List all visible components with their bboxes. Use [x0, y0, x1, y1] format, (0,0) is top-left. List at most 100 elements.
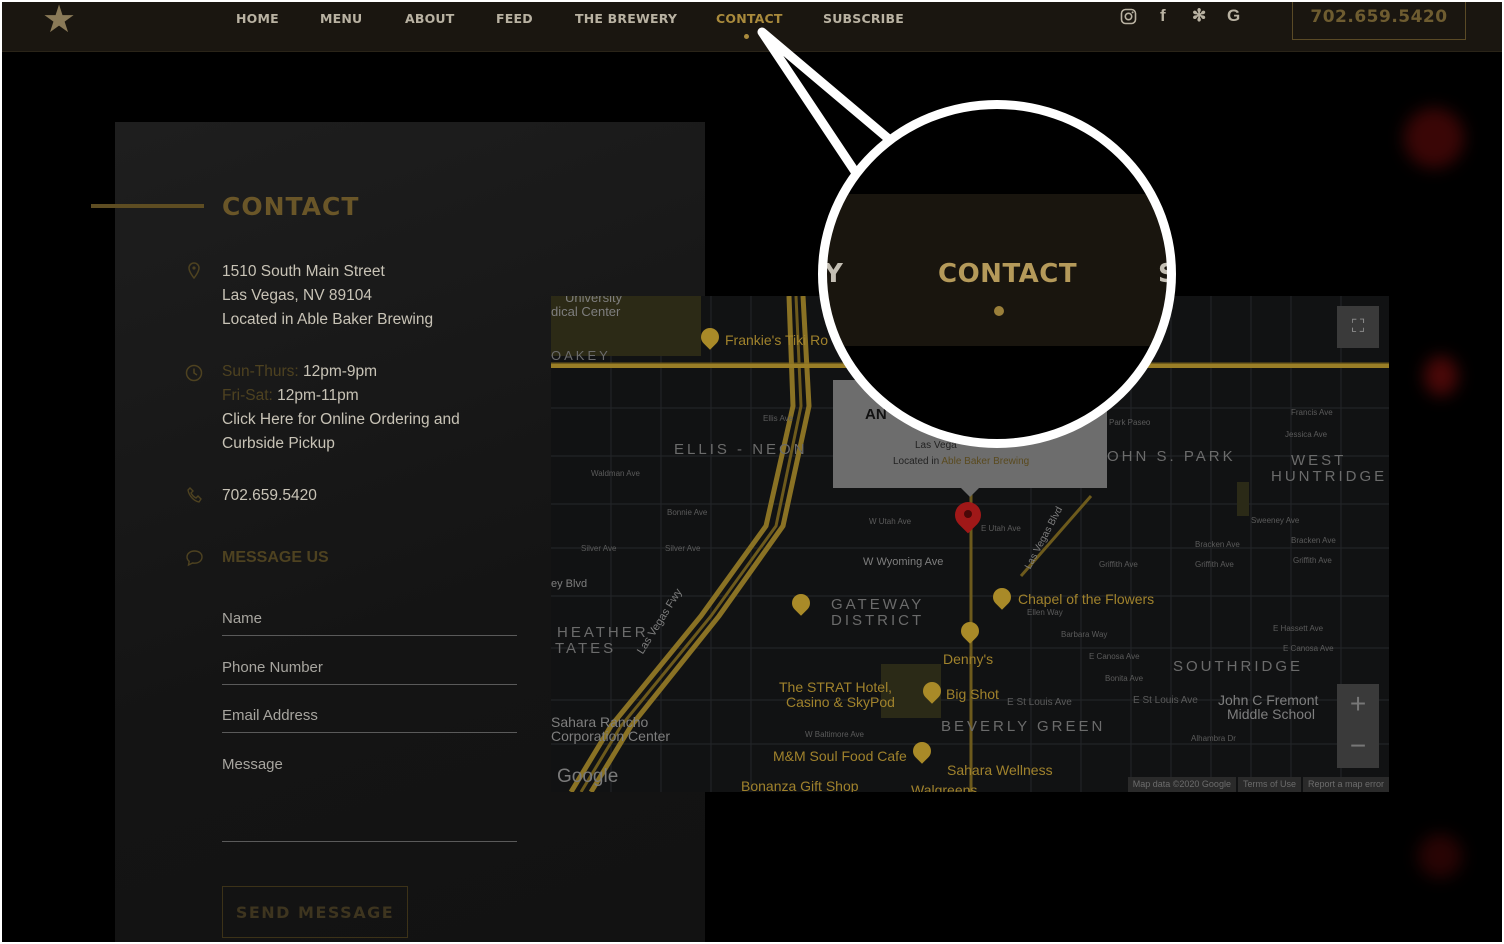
facebook-icon[interactable]: f: [1160, 6, 1166, 26]
map-label: W Utah Ave: [869, 517, 912, 526]
address-line-3: Located in Able Baker Brewing: [222, 311, 434, 328]
map-data-attribution: Map data ©2020 Google: [1127, 777, 1236, 792]
nav-menu[interactable]: MENU: [320, 11, 362, 26]
nav-the-brewery[interactable]: THE BREWERY: [575, 11, 677, 26]
instagram-icon[interactable]: [1120, 8, 1137, 30]
map-label: E Utah Ave: [981, 524, 1021, 533]
map-label: Jessica Ave: [1285, 430, 1328, 439]
map-label: DISTRICT: [831, 612, 925, 629]
map-label: E St Louis Ave: [1133, 695, 1198, 706]
phone-icon: [186, 486, 204, 509]
map-label: HEATHER: [557, 624, 649, 641]
decorative-blob: [1418, 834, 1462, 878]
map-label: dical Center: [551, 304, 621, 319]
message-us-heading: MESSAGE US: [222, 549, 329, 566]
map-label: Bracken Ave: [1195, 540, 1240, 549]
map-label: Bonita Ave: [1105, 674, 1144, 683]
address-line-1: 1510 South Main Street: [222, 263, 385, 280]
info-window-located-text: Located in: [893, 456, 942, 467]
star-logo-icon[interactable]: ★: [42, 1, 76, 39]
google-icon[interactable]: G: [1227, 6, 1240, 26]
map-label: Griffith Ave: [1293, 556, 1332, 565]
yelp-icon[interactable]: ✻: [1192, 6, 1206, 26]
magnifier-callout: Y CONTACT S: [822, 104, 1172, 444]
map-label: Frankie's Tiki Ro: [725, 332, 829, 348]
map-label: Chapel of the Flowers: [1018, 591, 1155, 607]
map-label: ey Blvd: [551, 578, 588, 590]
chat-bubble-icon: [185, 549, 204, 572]
map-label: Ellis Ave: [763, 414, 794, 423]
map-label: Walgreens: [911, 782, 978, 792]
online-ordering-link-line-2[interactable]: Curbside Pickup: [222, 432, 335, 456]
magnified-nav-fragment: Y: [824, 259, 843, 289]
map-label: The STRAT Hotel,: [779, 679, 893, 695]
email-field[interactable]: Email Address: [222, 707, 517, 733]
top-navbar: ★ HOME MENU ABOUT FEED THE BREWERY CONTA…: [2, 1, 1502, 52]
marker-center: [964, 510, 972, 518]
online-ordering-link-line-1[interactable]: Click Here for Online Ordering and: [222, 408, 460, 432]
phone-number-field[interactable]: Phone Number: [222, 659, 517, 685]
fullscreen-button[interactable]: ⛶: [1337, 306, 1379, 348]
info-window-title: AN: [865, 406, 887, 423]
map-label: HUNTRIDGE: [1271, 468, 1388, 485]
google-logo[interactable]: Google: [557, 766, 618, 788]
nav-about[interactable]: ABOUT: [405, 11, 455, 26]
hours-fri-sat: Fri-Sat: 12pm-11pm: [222, 384, 359, 408]
hours-value: 12pm-11pm: [272, 387, 359, 404]
hours-value: 12pm-9pm: [298, 363, 378, 380]
map-label: E Canosa Ave: [1283, 644, 1334, 653]
nav-home[interactable]: HOME: [236, 11, 279, 26]
map-label: M&M Soul Food Cafe: [773, 748, 907, 764]
map-label: SOUTHRIDGE: [1173, 658, 1304, 675]
header-phone-button[interactable]: 702.659.5420: [1292, 2, 1466, 40]
zoom-in-button[interactable]: +: [1337, 684, 1379, 726]
info-window-location: Located in Able Baker Brewing: [893, 456, 1029, 467]
report-map-error-link[interactable]: Report a map error: [1302, 777, 1389, 792]
map-label: OHN S. PARK: [1107, 448, 1236, 465]
send-message-button[interactable]: SEND MESSAGE: [222, 886, 408, 938]
active-indicator-dot: [744, 34, 749, 39]
nav-contact[interactable]: CONTACT: [716, 11, 783, 26]
map-label: BEVERLY GREEN: [941, 718, 1106, 735]
map-label: Griffith Ave: [1195, 560, 1234, 569]
clock-icon: [185, 364, 203, 387]
map-footer: Map data ©2020 Google Terms of Use Repor…: [1127, 777, 1389, 792]
hours-label: Fri-Sat:: [222, 387, 273, 404]
map-label: Francis Ave: [1291, 408, 1333, 417]
map-label: Sahara Wellness: [947, 762, 1053, 778]
terms-of-use-link[interactable]: Terms of Use: [1237, 777, 1301, 792]
map-label: Alhambra Dr: [1191, 734, 1236, 743]
zoom-out-button[interactable]: −: [1337, 726, 1379, 768]
address-line-2: Las Vegas, NV 89104: [222, 287, 372, 304]
map-label: Silver Ave: [665, 544, 701, 553]
map-label: Park Paseo: [1109, 418, 1151, 427]
map-label: Corporation Center: [551, 728, 671, 744]
nav-feed[interactable]: FEED: [496, 11, 533, 26]
zoom-control: + −: [1337, 684, 1379, 768]
decorative-blob: [1404, 108, 1464, 168]
contact-phone-link[interactable]: 702.659.5420: [222, 484, 317, 508]
map-label: W Wyoming Ave: [863, 556, 944, 568]
map-label: Sweeney Ave: [1251, 516, 1300, 525]
map-label: WEST: [1291, 452, 1347, 469]
map-label: Waldman Ave: [591, 469, 640, 478]
magnified-contact-label: CONTACT: [938, 259, 1078, 289]
hours-label: Sun-Thurs:: [222, 363, 299, 380]
map-label: Bracken Ave: [1291, 536, 1336, 545]
map-label: W Baltimore Ave: [805, 730, 864, 739]
map-label: Griffith Ave: [1099, 560, 1138, 569]
info-window-address: Las Vega: [915, 440, 957, 451]
map-label: Casino & SkyPod: [786, 694, 895, 710]
info-window-tail: [961, 488, 979, 497]
heading-accent-line: [91, 204, 204, 208]
map-label: ELLIS - NEON: [674, 441, 808, 458]
name-field[interactable]: Name: [222, 610, 517, 636]
hours-sun-thurs: Sun-Thurs: 12pm-9pm: [222, 360, 377, 384]
map-label: Bonnie Ave: [667, 508, 708, 517]
nav-subscribe[interactable]: SUBSCRIBE: [823, 11, 904, 26]
decorative-blob: [1424, 356, 1458, 396]
map-label: E Hassett Ave: [1273, 624, 1324, 633]
map-label: Bonanza Gift Shop: [741, 778, 859, 792]
message-field[interactable]: Message: [222, 756, 517, 842]
map-label: Barbara Way: [1061, 630, 1108, 639]
